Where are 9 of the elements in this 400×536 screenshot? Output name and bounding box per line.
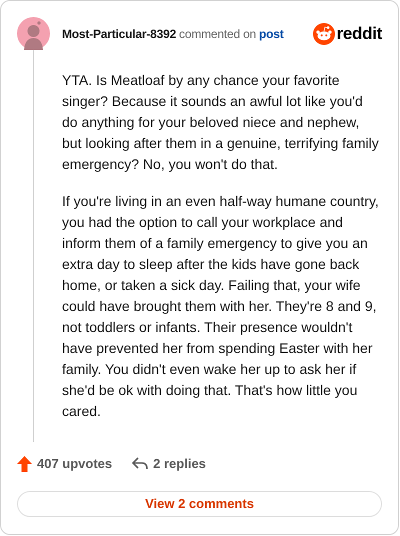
post-link[interactable]: post xyxy=(259,24,284,42)
reply-count: 2 replies xyxy=(153,455,206,473)
comment-paragraph: YTA. Is Meatloaf by any chance your favorite singer? Because it sounds an awful lot like you'd do anything for your beloved niece and nephew, but looking after them in a genuine, terrifying family emergency? No, you won't do that. xyxy=(62,71,380,174)
action-text: commented on xyxy=(179,26,256,42)
brand-name: reddit xyxy=(336,22,382,45)
author-name[interactable]: Most-Particular-8392 xyxy=(62,24,176,42)
upvote-count: 407 upvotes xyxy=(37,455,112,473)
comment-paragraph: If you're living in an even half-way humane country, you had the option to call your workplace and inform them of a family emergency to give you an extra day to sleep after the kids have gone back home, or taken a sick day. Failing that, your wife could have brought them with her. They're 8 and 9, not toddlers or infants. Their presence wouldn't have prevented her from spending Easter with her family. You didn't even wake her up to ask her if she'd be ok with doing that. That's how little you cared. xyxy=(62,192,380,421)
view-comments-button[interactable]: View 2 comments xyxy=(17,490,382,517)
